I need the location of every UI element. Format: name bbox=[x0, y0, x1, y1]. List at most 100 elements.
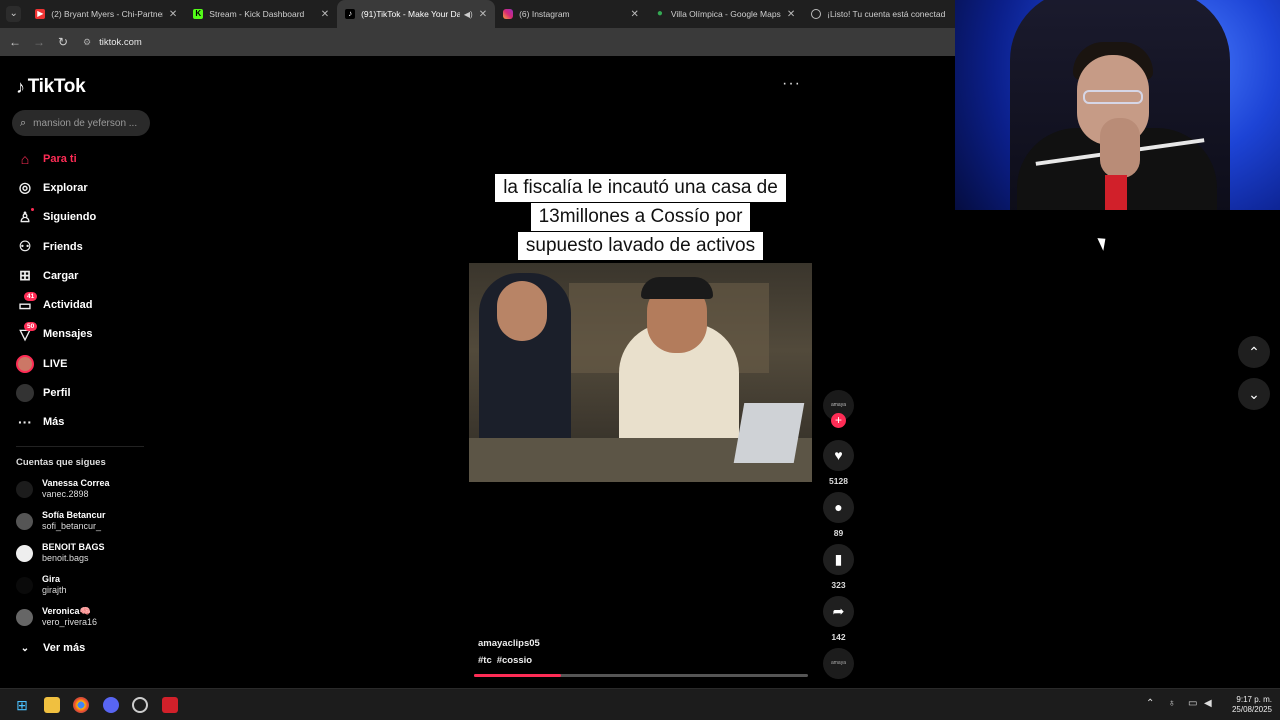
avatar bbox=[16, 544, 33, 562]
search-icon[interactable]: ⌕ bbox=[20, 117, 26, 130]
account-name: Veronica🧠 bbox=[42, 606, 91, 616]
following-account[interactable]: Sofía Betancur sofi_betancur_ bbox=[16, 506, 156, 536]
windows-taskbar: ⊞ ⌃ ♁ ▭ ◀ 9:17 p. m. 25/08/2025 bbox=[0, 688, 1280, 720]
nav-item-mas[interactable]: ··· Más bbox=[16, 408, 156, 437]
following-account[interactable]: Vanessa Correa vanec.2898 bbox=[16, 474, 156, 504]
avatar bbox=[16, 608, 33, 626]
browser-tab[interactable]: (6) Instagram ✕ bbox=[495, 0, 647, 28]
taskbar-clock[interactable]: 9:17 p. m. 25/08/2025 bbox=[1222, 695, 1272, 715]
volume-icon[interactable]: ◀ bbox=[1204, 698, 1212, 709]
heart-icon: ♥ bbox=[834, 447, 843, 463]
chevron-down-icon: ⌄ bbox=[20, 642, 30, 654]
profile-icon bbox=[16, 384, 34, 403]
speaker-icon[interactable]: ◀) bbox=[464, 10, 473, 19]
close-tab-icon[interactable]: ✕ bbox=[321, 9, 329, 20]
close-tab-icon[interactable]: ✕ bbox=[169, 9, 177, 20]
like-button[interactable]: ♥ bbox=[823, 440, 854, 471]
nav-item-friends[interactable]: ⚇ Friends bbox=[16, 232, 156, 261]
nav-item-mensajes[interactable]: ▽ 50 Mensajes bbox=[16, 320, 156, 349]
video-author[interactable]: amayaclips05 bbox=[478, 638, 540, 649]
friends-icon: ⚇ bbox=[18, 238, 32, 255]
file-explorer-icon[interactable] bbox=[44, 697, 60, 713]
nav-label: Mensajes bbox=[43, 328, 93, 341]
microphone-icon[interactable]: ♁ bbox=[1168, 698, 1176, 709]
nav-item-perfil[interactable]: Perfil bbox=[16, 378, 156, 407]
nav-label: Siguiendo bbox=[43, 211, 97, 224]
browser-tab[interactable]: ▶ (2) Bryant Myers - Chi-Partner ( ✕ bbox=[27, 0, 185, 28]
comment-button[interactable]: ● bbox=[823, 492, 854, 523]
more-options-icon[interactable]: ··· bbox=[782, 75, 801, 93]
search-input[interactable] bbox=[33, 117, 139, 129]
nav-item-cargar[interactable]: ⊞ Cargar bbox=[16, 261, 156, 290]
hashtag-link[interactable]: #cossio bbox=[497, 655, 532, 666]
close-tab-icon[interactable]: ✕ bbox=[479, 9, 487, 20]
nav-item-siguiendo[interactable]: ♙ Siguiendo bbox=[16, 203, 156, 232]
nav-label: Perfil bbox=[43, 387, 71, 400]
chrome-icon[interactable] bbox=[73, 697, 89, 713]
video-player[interactable]: la fiscalía le incautó una casa de 13mil… bbox=[469, 168, 812, 676]
network-icon[interactable]: ▭ bbox=[1188, 698, 1197, 709]
nav-item-actividad[interactable]: ▭ 41 Actividad bbox=[16, 290, 156, 319]
browser-tab[interactable]: K Stream - Kick Dashboard ✕ bbox=[185, 0, 337, 28]
video-tags: #tc #cossio bbox=[478, 655, 537, 666]
following-icon: ♙ bbox=[18, 208, 32, 225]
browser-tab[interactable]: ● Villa Olímpica - Google Maps ✕ bbox=[647, 0, 803, 28]
nav-item-para-ti[interactable]: ⌂ Para ti bbox=[16, 144, 156, 173]
maps-icon: ● bbox=[656, 8, 663, 19]
tab-title: ¡Listo! Tu cuenta está conectad bbox=[827, 9, 946, 19]
nav-label: Actividad bbox=[43, 299, 93, 312]
previous-video-button[interactable]: ⌃ bbox=[1238, 336, 1270, 368]
follow-plus-icon[interactable]: + bbox=[831, 413, 846, 428]
tab-search-button[interactable]: ⌄ bbox=[6, 6, 22, 22]
share-button[interactable]: ➦ bbox=[823, 596, 854, 627]
browser-tab-active[interactable]: ♪ (91)TikTok - Make Your Day ◀) ✕ bbox=[337, 0, 496, 28]
back-icon[interactable]: ← bbox=[3, 35, 27, 49]
next-video-button[interactable]: ⌄ bbox=[1238, 378, 1270, 410]
more-icon: ··· bbox=[18, 414, 32, 431]
tiktok-logo[interactable]: ♪ TikTok bbox=[16, 76, 86, 98]
obs-icon[interactable] bbox=[132, 697, 148, 713]
account-user: girajth bbox=[42, 585, 67, 595]
tray-chevron-icon[interactable]: ⌃ bbox=[1146, 698, 1154, 709]
close-tab-icon[interactable]: ✕ bbox=[787, 9, 795, 20]
share-icon: ➦ bbox=[832, 603, 845, 619]
discord-icon[interactable] bbox=[103, 697, 119, 713]
nav-item-live[interactable]: LIVE bbox=[16, 349, 156, 378]
tiktok-icon: ♪ bbox=[345, 9, 356, 19]
tab-title: (2) Bryant Myers - Chi-Partner ( bbox=[51, 9, 163, 19]
following-title: Cuentas que sigues bbox=[16, 457, 106, 468]
avatar bbox=[16, 480, 33, 498]
nav-item-explorar[interactable]: ◎ Explorar bbox=[16, 173, 156, 202]
following-account[interactable]: Gira girajth bbox=[16, 570, 156, 600]
forward-icon[interactable]: → bbox=[27, 35, 51, 49]
search-box[interactable]: ⌕ bbox=[12, 110, 150, 136]
close-tab-icon[interactable]: ✕ bbox=[631, 9, 639, 20]
ver-mas-button[interactable]: ⌄ Ver más bbox=[16, 638, 85, 658]
save-button[interactable]: ▮ bbox=[823, 544, 854, 575]
hashtag-link[interactable]: #tc bbox=[478, 655, 492, 666]
video-caption: la fiscalía le incautó una casa de 13mil… bbox=[469, 174, 812, 261]
music-disc[interactable]: amaya bbox=[823, 648, 854, 679]
activity-badge: 41 bbox=[24, 292, 38, 302]
following-account[interactable]: Veronica🧠 vero_rivera16 bbox=[16, 602, 156, 632]
following-account[interactable]: BENOIT BAGS benoit.bags bbox=[16, 538, 156, 568]
instagram-icon bbox=[503, 9, 514, 19]
nav-label: Más bbox=[43, 416, 65, 429]
url-field[interactable]: ⚙ tiktok.com bbox=[83, 37, 142, 48]
clock-date: 25/08/2025 bbox=[1231, 705, 1272, 714]
logo-text: TikTok bbox=[27, 76, 86, 97]
tab-title: (6) Instagram bbox=[519, 9, 570, 19]
home-icon: ⌂ bbox=[20, 150, 30, 167]
windows-start-icon[interactable]: ⊞ bbox=[14, 697, 30, 713]
reload-icon[interactable]: ↻ bbox=[51, 35, 75, 49]
app-icon[interactable] bbox=[162, 697, 178, 713]
video-progress-bar[interactable] bbox=[474, 674, 808, 677]
tab-title: (91)TikTok - Make Your Day bbox=[361, 9, 460, 19]
site-info-icon[interactable]: ⚙ bbox=[83, 37, 91, 48]
clock-time: 9:17 p. m. bbox=[1236, 695, 1272, 704]
browser-tab[interactable]: ¡Listo! Tu cuenta está conectad bbox=[803, 0, 955, 28]
nav-label: Explorar bbox=[43, 181, 88, 194]
upload-icon: ⊞ bbox=[19, 267, 31, 284]
progress-fill bbox=[474, 674, 561, 677]
chevron-down-icon: ⌄ bbox=[1248, 386, 1260, 402]
